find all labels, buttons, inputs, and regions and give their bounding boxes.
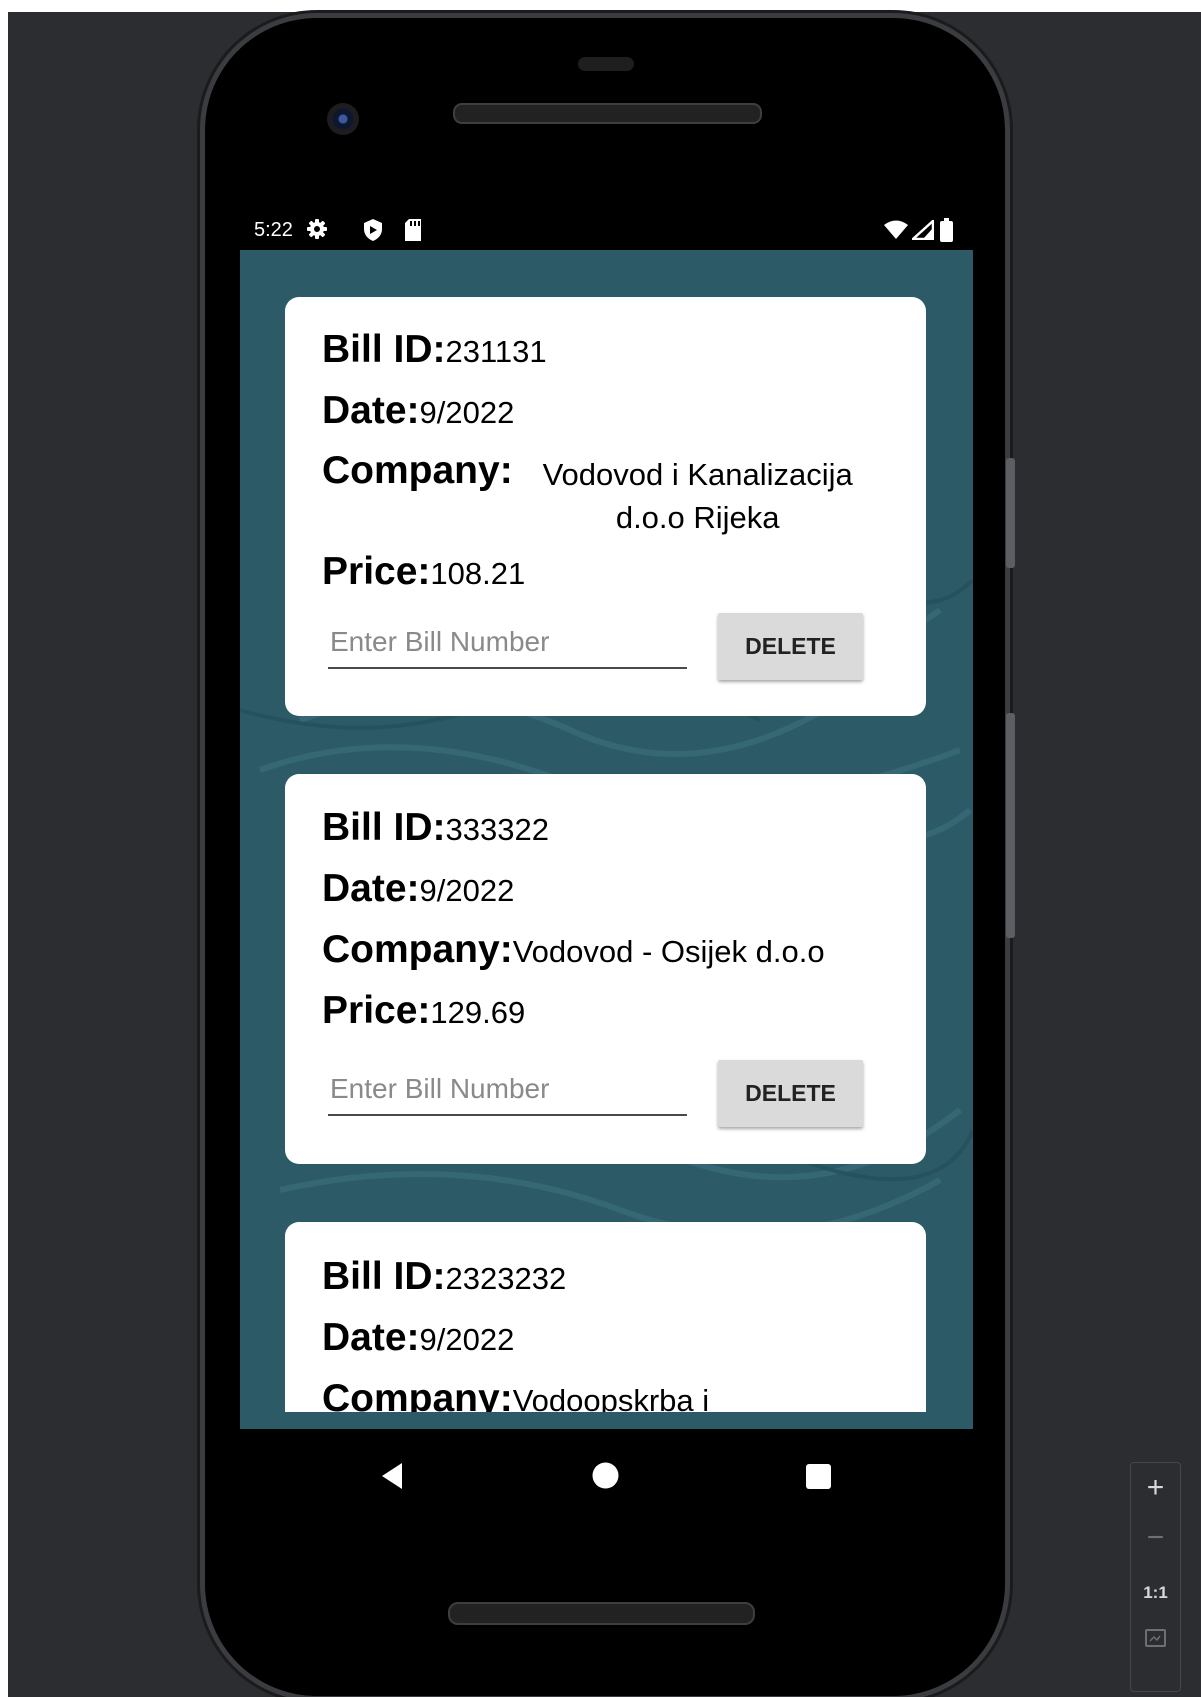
price-row: Price:108.21 <box>322 550 525 594</box>
bill-card: Bill ID:231131 Date:9/2022 Company: Vodov… <box>285 297 926 716</box>
power-button[interactable] <box>1006 458 1015 568</box>
bill-id-value: 333322 <box>445 812 549 847</box>
zoom-controls: + − 1:1 <box>1130 1462 1181 1692</box>
price-label: Price: <box>322 989 431 1032</box>
date-value: 9/2022 <box>419 873 515 908</box>
bill-id-value: 2323232 <box>445 1261 567 1296</box>
proximity-sensor <box>578 57 634 71</box>
zoom-in-button[interactable]: + <box>1131 1471 1180 1505</box>
navigation-bar <box>240 1429 973 1529</box>
list-clip-edge <box>240 1412 973 1429</box>
front-camera <box>327 103 359 135</box>
shield-icon <box>364 219 382 241</box>
bill-id-label: Bill ID: <box>322 328 446 371</box>
recents-icon[interactable] <box>805 1463 832 1490</box>
delete-button[interactable]: DELETE <box>718 1060 863 1127</box>
signal-icon <box>912 220 934 240</box>
fit-screen-icon[interactable] <box>1145 1629 1166 1647</box>
bill-id-value: 231131 <box>445 334 547 369</box>
settings-icon <box>307 219 327 239</box>
battery-icon <box>940 218 953 242</box>
volume-button[interactable] <box>1006 713 1015 938</box>
date-row: Date:9/2022 <box>322 1316 514 1360</box>
actual-size-button[interactable]: 1:1 <box>1131 1583 1180 1603</box>
back-icon[interactable] <box>380 1462 404 1490</box>
date-label: Date: <box>322 867 420 910</box>
bill-number-input[interactable] <box>328 617 687 669</box>
date-value: 9/2022 <box>419 395 515 430</box>
company-row: Company:Vodovod - Osijek d.o.o <box>322 928 825 972</box>
date-label: Date: <box>322 1316 420 1359</box>
price-value: 108.21 <box>430 556 526 591</box>
bill-id-row: Bill ID:2323232 <box>322 1255 566 1299</box>
app-screen[interactable]: Bill ID:231131 Date:9/2022 Company: Vodov… <box>240 250 973 1429</box>
status-time: 5:22 <box>254 219 293 241</box>
bill-id-label: Bill ID: <box>322 1255 446 1298</box>
date-row: Date:9/2022 <box>322 867 514 911</box>
bill-id-row: Bill ID:333322 <box>322 806 549 850</box>
home-icon[interactable] <box>592 1462 619 1489</box>
date-row: Date:9/2022 <box>322 389 514 433</box>
price-value: 129.69 <box>430 995 526 1030</box>
window-top-edge <box>0 0 1201 12</box>
bill-id-row: Bill ID:231131 <box>322 328 547 372</box>
zoom-out-button[interactable]: − <box>1131 1521 1180 1555</box>
wifi-icon <box>884 220 908 239</box>
company-row: Company: Vodovod i Kanalizacija d.o.o Rij… <box>322 449 883 539</box>
delete-button[interactable]: DELETE <box>718 613 863 680</box>
bill-card: Bill ID:2323232 Date:9/2022 Company:Vodo… <box>285 1222 926 1429</box>
bill-number-input[interactable] <box>328 1064 687 1116</box>
bill-card: Bill ID:333322 Date:9/2022 Company:Vodov… <box>285 774 926 1164</box>
earpiece-speaker <box>453 103 762 124</box>
price-label: Price: <box>322 550 431 593</box>
date-label: Date: <box>322 389 420 432</box>
company-value: Vodovod - Osijek d.o.o <box>512 934 825 969</box>
window-left-edge <box>0 0 8 1697</box>
date-value: 9/2022 <box>419 1322 515 1357</box>
bill-id-label: Bill ID: <box>322 806 446 849</box>
company-value: Vodovod i Kanalizacija d.o.o Rijeka <box>542 457 853 535</box>
price-row: Price:129.69 <box>322 989 525 1033</box>
bottom-speaker <box>448 1602 755 1625</box>
company-label: Company: <box>322 449 513 492</box>
company-label: Company: <box>322 928 513 971</box>
status-bar: 5:22 <box>240 210 973 250</box>
sd-card-icon <box>405 219 421 241</box>
